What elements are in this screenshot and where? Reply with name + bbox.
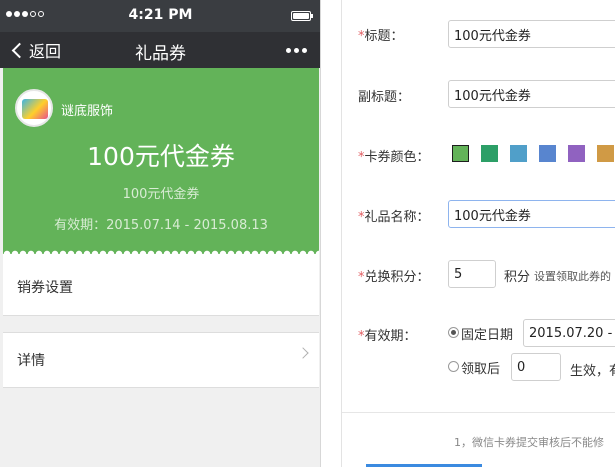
status-bar: 4:21 PM — [0, 0, 320, 32]
battery-icon — [291, 11, 313, 21]
brand-name: 谜底服饰 — [61, 104, 114, 119]
color-swatch[interactable] — [539, 145, 556, 162]
after-claim-label: 领取后 — [461, 362, 501, 377]
title-field-label: *标题： — [358, 29, 404, 44]
color-swatch[interactable] — [568, 145, 585, 162]
coupon-edit-form: *标题： 副标题： *卡券颜色： *礼品名称： *兑换积分： 积分 设置领取此券… — [341, 0, 615, 467]
validity-field-label: *有效期： — [358, 329, 417, 344]
color-swatch[interactable] — [597, 145, 614, 162]
card-title: 100元代金券 — [87, 142, 235, 171]
chevron-right-icon — [297, 347, 309, 359]
subtitle-field-label: 副标题： — [358, 90, 411, 105]
points-input[interactable] — [448, 260, 496, 288]
form-divider — [342, 412, 615, 413]
points-unit: 积分 — [504, 270, 531, 285]
color-swatch[interactable] — [481, 145, 498, 162]
after-claim-suffix: 生效，有 — [570, 364, 615, 379]
fixed-date-label: 固定日期 — [461, 328, 514, 343]
nav-bar: 返回 礼品券 — [0, 32, 320, 68]
points-hint: 设置领取此券的 — [534, 270, 611, 283]
more-icon[interactable] — [286, 48, 307, 53]
gift-name-input[interactable] — [448, 200, 615, 228]
nav-title: 礼品券 — [135, 44, 186, 64]
color-field-label: *卡券颜色： — [358, 150, 430, 165]
card-subtitle: 100元代金券 — [122, 187, 200, 202]
after-claim-radio[interactable] — [448, 361, 459, 372]
footer-note: 1，微信卡券提交审核后不能修 — [454, 436, 604, 449]
sales-settings-row[interactable]: 销券设置 — [3, 254, 319, 316]
title-input[interactable] — [448, 20, 615, 48]
after-claim-days-input[interactable] — [511, 353, 561, 381]
sales-settings-label: 销券设置 — [17, 280, 73, 296]
color-swatch[interactable] — [452, 145, 469, 162]
gift-name-field-label: *礼品名称： — [358, 210, 430, 225]
card-scalloped-edge — [3, 246, 319, 254]
fixed-date-start-input[interactable] — [523, 319, 615, 347]
phone-preview: 4:21 PM 返回 礼品券 谜底服饰 100元代金券 100元代金券 有效期：… — [0, 0, 321, 467]
detail-label: 详情 — [17, 353, 45, 369]
subtitle-input[interactable] — [448, 80, 615, 108]
status-time: 4:21 PM — [128, 7, 193, 23]
card-validity: 有效期：2015.07.14 - 2015.08.13 — [54, 218, 268, 233]
brand-logo — [15, 89, 53, 127]
points-field-label: *兑换积分： — [358, 270, 430, 285]
fixed-date-radio[interactable] — [448, 327, 459, 338]
coupon-card: 谜底服饰 100元代金券 100元代金券 有效期：2015.07.14 - 20… — [3, 68, 319, 248]
detail-row[interactable]: 详情 — [3, 332, 319, 388]
color-swatch[interactable] — [510, 145, 527, 162]
